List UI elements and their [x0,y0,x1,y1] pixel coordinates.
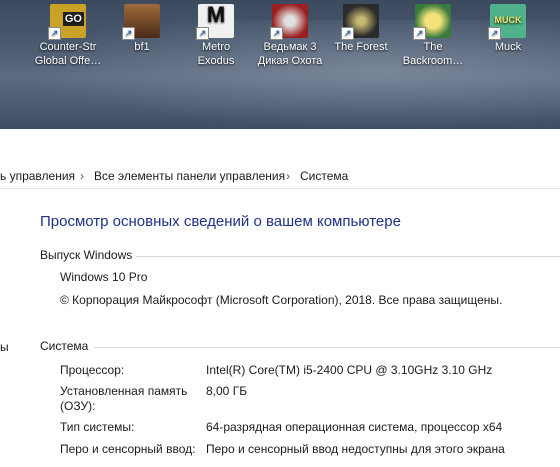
system-type-value: 64-разрядная операционная система, проце… [206,420,503,434]
bf1-icon: ↗ [122,4,160,40]
memory-label: Установленная память (ОЗУ): [60,384,188,413]
metro-icon: M ↗ [196,4,234,40]
breadcrumb-separator-icon[interactable]: › [80,169,84,183]
shortcut-label: Counter-Str Global Offe… [34,41,102,67]
divider [0,188,560,189]
breadcrumb-all-items[interactable]: Все элементы панели управления [94,169,285,183]
shortcut-label: Muck [494,41,522,53]
breadcrumb-control-panel[interactable]: ь управления [0,169,75,183]
left-panel-cut-label: ы [0,340,9,354]
breadcrumb-system[interactable]: Система [300,169,348,183]
muck-icon: MUCK ↗ [488,4,526,40]
desktop-shortcut-muck[interactable]: MUCK ↗ Muck [468,4,548,54]
forest-icon: ↗ [341,4,379,40]
witcher-icon: ↗ [270,4,308,40]
shortcut-label: Metro Exodus [197,41,235,67]
section-divider [136,256,560,257]
memory-value: 8,00 ГБ [206,384,248,398]
shortcut-label: Ведьмак 3 Дикая Охота [257,41,323,67]
copyright-text: © Корпорация Майкрософт (Microsoft Corpo… [60,293,503,307]
system-type-label: Тип системы: [60,420,135,434]
desktop-shortcut-bf1[interactable]: ↗ bf1 [102,4,182,54]
csgo-icon: GO ↗ [48,4,86,40]
desktop-shortcut-backrooms[interactable]: ↗ The Backroom… [393,4,473,68]
desktop-background: GO ↗ Counter-Str Global Offe… ↗ bf1 M ↗ … [0,0,560,129]
desktop-shortcut-csgo[interactable]: GO ↗ Counter-Str Global Offe… [28,4,108,68]
shortcut-label: The Backroom… [402,41,464,67]
section-divider [94,347,560,348]
shortcut-label: bf1 [134,41,150,53]
desktop-shortcut-metro[interactable]: M ↗ Metro Exodus [176,4,256,68]
windows-version: Windows 10 Pro [60,270,148,284]
processor-label: Процессор: [60,363,125,377]
system-heading: Система [40,339,89,353]
pen-touch-label: Перо и сенсорный ввод: [60,442,196,456]
page-title: Просмотр основных сведений о вашем компь… [40,213,401,230]
breadcrumb-separator-icon[interactable]: › [286,169,290,183]
backrooms-icon: ↗ [413,4,451,40]
desktop-shortcut-witcher[interactable]: ↗ Ведьмак 3 Дикая Охота [250,4,330,68]
breadcrumb: ь управления › Все элементы панели управ… [0,162,560,186]
pen-touch-value: Перо и сенсорный ввод недоступны для это… [206,442,505,456]
processor-value: Intel(R) Core(TM) i5-2400 CPU @ 3.10GHz … [206,363,493,377]
desktop-shortcut-forest[interactable]: ↗ The Forest [321,4,401,54]
shortcut-label: The Forest [334,41,388,53]
system-window: ь управления › Все элементы панели управ… [0,129,560,467]
windows-edition-heading: Выпуск Windows [40,248,133,262]
